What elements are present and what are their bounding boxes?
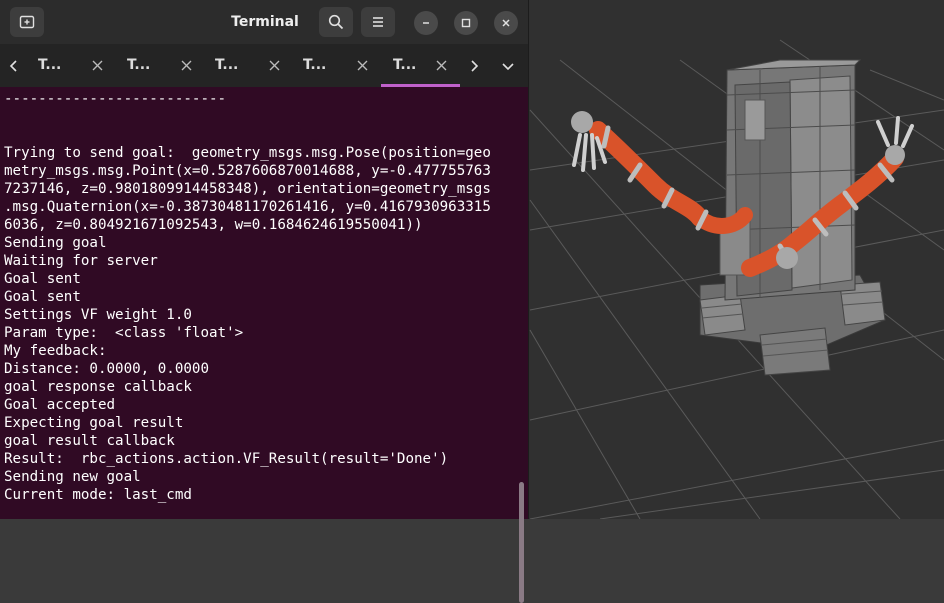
terminal-line: goal response callback xyxy=(4,379,192,395)
tab-label: T... xyxy=(127,57,151,73)
tab-list-dropdown-button[interactable] xyxy=(496,44,520,87)
tab-close-icon[interactable] xyxy=(356,59,369,72)
minimize-button[interactable] xyxy=(414,11,438,35)
terminal-line: Waiting for server xyxy=(4,253,158,269)
close-icon xyxy=(502,19,510,27)
terminal-line: Distance: 0.0000, 0.0000 xyxy=(4,361,209,377)
close-button[interactable] xyxy=(494,11,518,35)
terminal-line: 7237146, z=0.9801809914458348), orientat… xyxy=(4,181,491,197)
new-tab-icon xyxy=(19,15,35,29)
header-bar: Terminal xyxy=(0,0,528,44)
tab-close-icon[interactable] xyxy=(91,59,104,72)
tab-bar: T... T... T... T... T... xyxy=(0,44,528,87)
terminal-line: Trying to send goal: geometry_msgs.msg.P… xyxy=(4,145,491,161)
tab-2[interactable]: T... xyxy=(115,44,203,87)
tab-label: T... xyxy=(393,57,417,73)
terminal-window: Terminal T... T... T... T... T... ------… xyxy=(0,0,529,603)
hamburger-menu-icon xyxy=(373,17,383,27)
terminal-line: goal result callback xyxy=(4,433,175,449)
right-elbow xyxy=(776,247,798,269)
terminal-line: Current mode: last_cmd xyxy=(4,487,192,503)
tab-label: T... xyxy=(38,57,62,73)
terminal-line: -------------------------- xyxy=(4,91,227,107)
tab-5-active[interactable]: T... xyxy=(381,44,460,87)
terminal-line: Sending new goal xyxy=(4,469,141,485)
tab-label: T... xyxy=(303,57,327,73)
search-icon xyxy=(328,14,344,30)
maximize-icon xyxy=(461,18,471,28)
scroll-tabs-left-button[interactable] xyxy=(2,44,26,87)
window-title: Terminal xyxy=(231,14,299,30)
chevron-right-icon xyxy=(471,59,479,72)
maximize-button[interactable] xyxy=(454,11,478,35)
tab-label: T... xyxy=(215,57,239,73)
left-arm xyxy=(589,121,753,234)
terminal-line: Goal accepted xyxy=(4,397,116,413)
terminal-line: Goal sent xyxy=(4,271,81,287)
tab-close-icon[interactable] xyxy=(435,59,448,72)
new-tab-button[interactable] xyxy=(10,7,44,37)
menu-button[interactable] xyxy=(361,7,395,37)
terminal-output[interactable]: -------------------------- Trying to send… xyxy=(0,87,528,603)
terminal-line: .msg.Quaternion(x=-0.38730481170261416, … xyxy=(4,199,491,215)
chevron-down-icon xyxy=(502,62,514,70)
right-wrist xyxy=(885,145,905,165)
terminal-line: 6036, z=0.804921671092543, w=0.168462461… xyxy=(4,217,423,233)
tab-1[interactable]: T... xyxy=(26,44,114,87)
tab-4[interactable]: T... xyxy=(291,44,379,87)
left-wrist xyxy=(571,111,593,133)
scroll-tabs-right-button[interactable] xyxy=(462,44,486,87)
terminal-line: Sending goal xyxy=(4,235,107,251)
tab-3[interactable]: T... xyxy=(203,44,291,87)
terminal-line: metry_msgs.msg.Point(x=0.528760687001468… xyxy=(4,163,491,179)
right-gripper xyxy=(876,116,914,148)
tab-close-icon[interactable] xyxy=(268,59,281,72)
terminal-line: Goal sent xyxy=(4,289,81,305)
scrollbar-thumb[interactable] xyxy=(519,482,524,603)
terminal-line: Settings VF weight 1.0 xyxy=(4,307,192,323)
minimize-icon xyxy=(423,22,429,24)
terminal-line: Result: rbc_actions.action.VF_Result(res… xyxy=(4,451,449,467)
chevron-left-icon xyxy=(9,59,17,72)
terminal-line: Param type: <class 'float'> xyxy=(4,325,244,341)
search-button[interactable] xyxy=(319,7,353,37)
terminal-line: Expecting goal result xyxy=(4,415,184,431)
terminal-line: My feedback: xyxy=(4,343,107,359)
tab-close-icon[interactable] xyxy=(180,59,193,72)
